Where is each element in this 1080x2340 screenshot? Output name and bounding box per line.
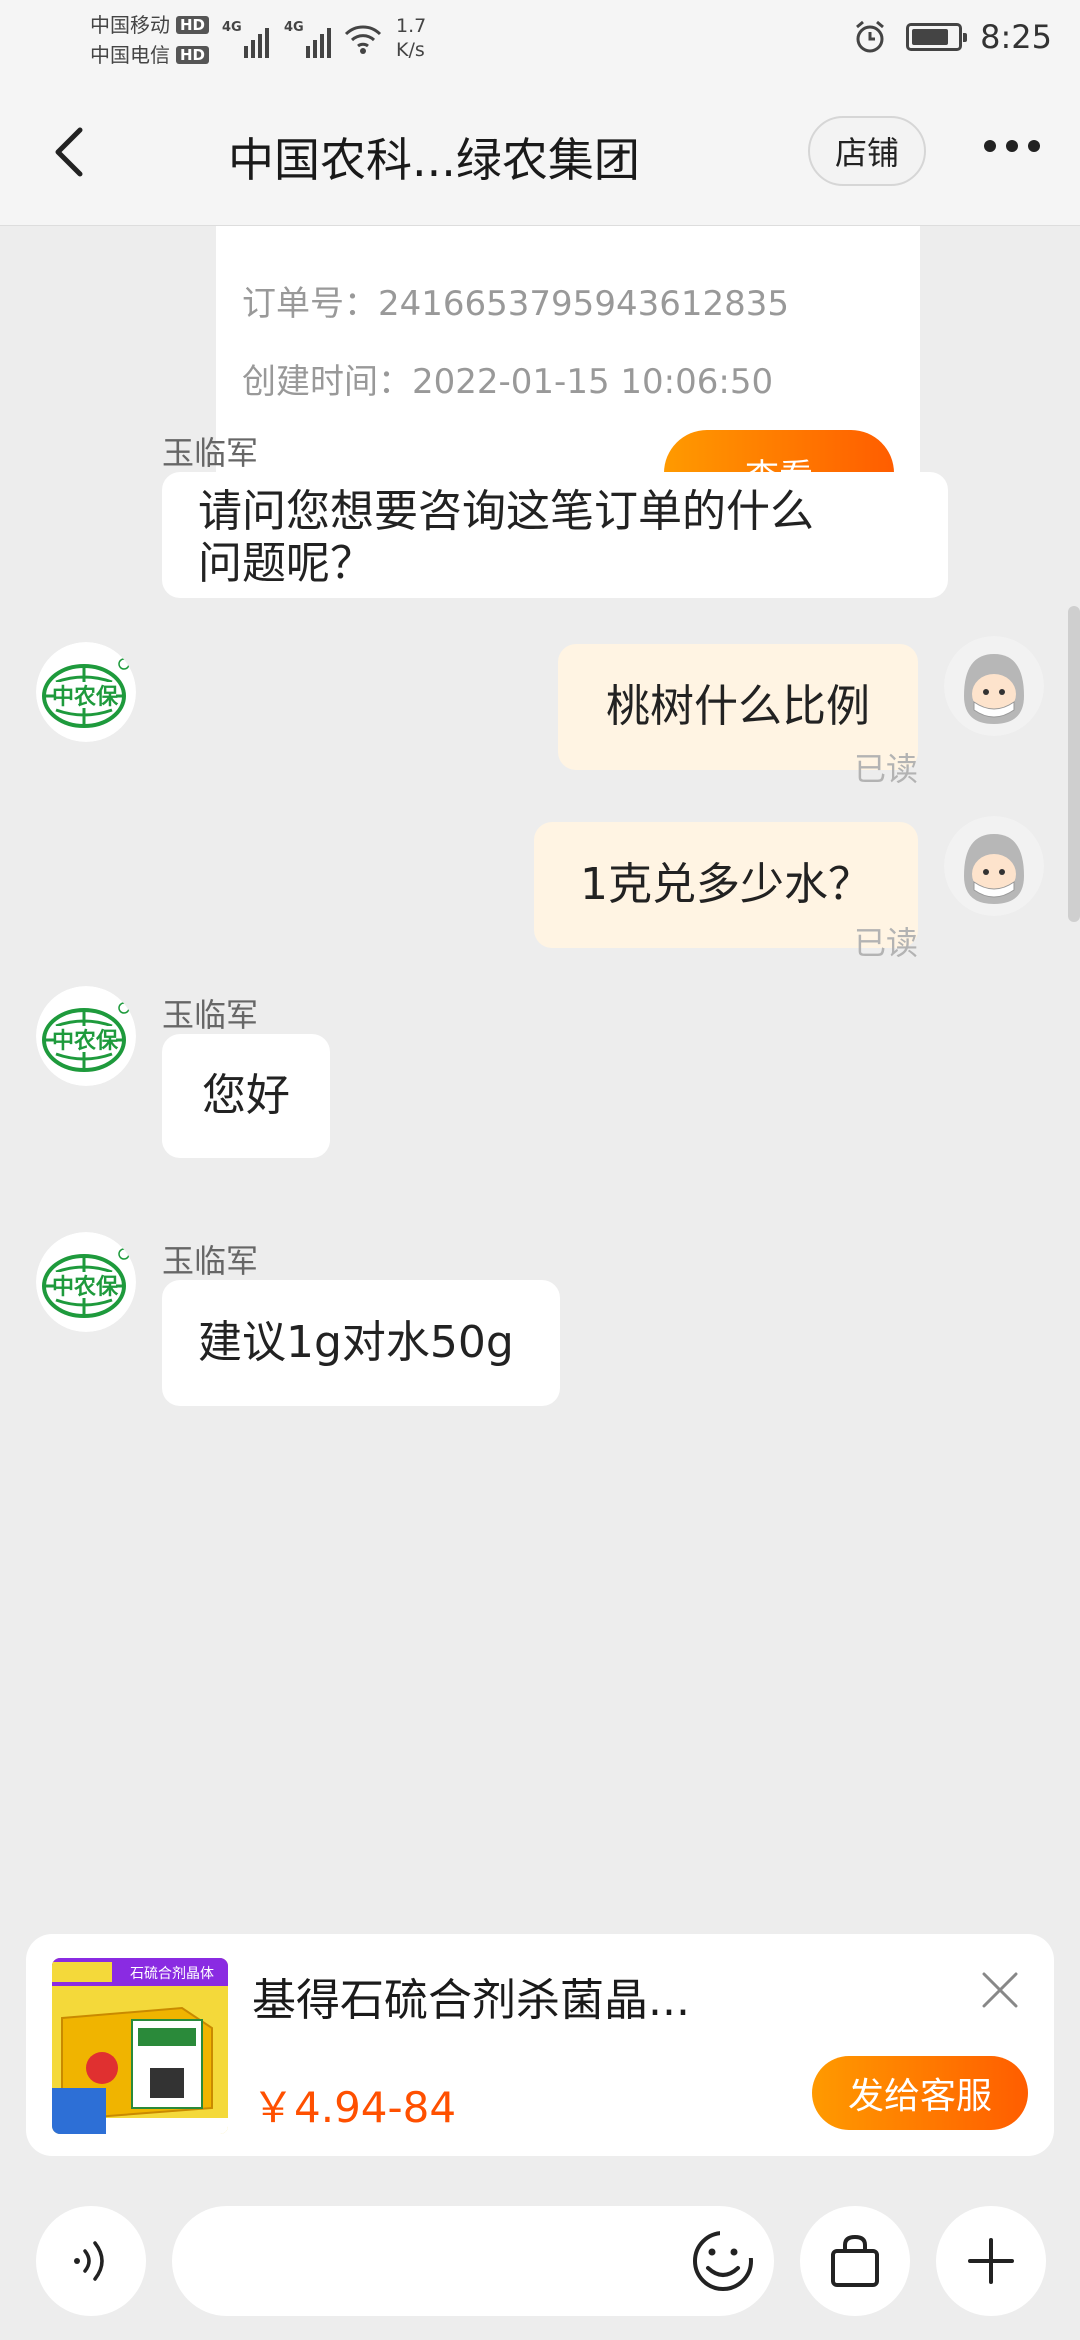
user-avatar[interactable] — [944, 636, 1044, 736]
net-speed: 1.7 K/s — [396, 14, 426, 62]
svg-text:中农保: 中农保 — [52, 1028, 119, 1054]
product-image[interactable]: 石硫合剂晶体 — [52, 1958, 228, 2134]
user-avatar[interactable] — [944, 816, 1044, 916]
send-to-service-button[interactable]: 发给客服 — [812, 2056, 1028, 2130]
voice-button[interactable] — [36, 2206, 146, 2316]
product-image-banner: 石硫合剂晶体 — [130, 1966, 214, 1982]
agent-avatar[interactable]: 中农保 — [36, 986, 136, 1086]
sender-name: 玉临军 — [162, 434, 259, 472]
svg-text:中农保: 中农保 — [52, 1274, 119, 1300]
shop-button[interactable]: 店铺 — [808, 116, 926, 186]
product-card[interactable]: 石硫合剂晶体 基得石硫合剂杀菌晶... ￥4.94-84 发给客服 — [26, 1934, 1054, 2156]
read-receipt: 已读 — [853, 750, 918, 788]
message-bubble[interactable]: 建议1g对水50g — [162, 1280, 560, 1406]
order-number: 2416653795943612835 — [378, 284, 790, 324]
network-type: 4G — [284, 20, 304, 35]
hd-badge: HD — [176, 16, 210, 34]
message-bubble[interactable]: 您好 — [162, 1034, 330, 1158]
message-text: 您好 — [202, 1070, 290, 1121]
scroll-indicator[interactable] — [1068, 606, 1080, 922]
battery-icon — [906, 23, 968, 51]
status-right: 8:25 — [852, 18, 1052, 56]
speed-unit: K/s — [396, 39, 425, 61]
back-icon[interactable] — [50, 126, 90, 178]
order-number-row: 订单号：2416653795943612835 — [242, 276, 789, 325]
hd-badge: HD — [176, 46, 210, 64]
carrier-2-label: 中国电信 — [90, 43, 170, 67]
created-time: 2022-01-15 10:06:50 — [412, 362, 774, 402]
bag-icon — [831, 2234, 879, 2287]
close-icon[interactable] — [978, 1968, 1022, 2012]
agent-avatar[interactable]: 中农保 — [36, 642, 136, 742]
message-text: 请问您想要咨询这笔订单的什么 — [198, 486, 814, 537]
clock: 8:25 — [980, 18, 1052, 56]
carrier-2: 中国电信 HD — [90, 40, 210, 70]
goods-button[interactable] — [800, 2206, 910, 2316]
plus-icon — [968, 2238, 1014, 2284]
more-icon[interactable] — [984, 140, 1040, 152]
alarm-icon — [856, 20, 885, 53]
chat-header: 中国农科...绿农集团 店铺 — [0, 80, 1080, 226]
carrier-info: 中国移动 HD 中国电信 HD — [90, 10, 210, 70]
order-number-label: 订单号： — [242, 284, 378, 324]
network-type: 4G — [222, 20, 242, 35]
chat-area[interactable]: 订单号：2416653795943612835 创建时间：2022-01-15 … — [0, 226, 1080, 1906]
page-title: 中国农科...绿农集团 — [228, 133, 640, 187]
product-price: ￥4.94-84 — [252, 2083, 457, 2132]
message-text: 建议1g对水50g — [198, 1317, 514, 1368]
message-bubble[interactable]: 请问您想要咨询这笔订单的什么 问题呢？ — [162, 472, 948, 598]
read-receipt: 已读 — [853, 924, 918, 962]
sender-name: 玉临军 — [162, 996, 259, 1034]
created-time-label: 创建时间： — [242, 362, 412, 402]
signal-icon — [244, 18, 269, 58]
message-text: 1克兑多少水？ — [580, 859, 872, 910]
product-name: 基得石硫合剂杀菌晶... — [252, 1975, 690, 2026]
message-input[interactable] — [172, 2206, 774, 2316]
message-text: 问题呢？ — [198, 538, 374, 589]
voice-icon — [74, 2241, 104, 2281]
sender-name: 玉临军 — [162, 1242, 259, 1280]
emoji-icon[interactable] — [690, 2228, 756, 2294]
signal-icon — [306, 18, 331, 58]
input-bar — [0, 2186, 1080, 2340]
agent-avatar[interactable]: 中农保 — [36, 1232, 136, 1332]
status-bar: 中国移动 HD 中国电信 HD 4G 4G 1.7 K/s 8:25 — [0, 0, 1080, 80]
wifi-icon — [344, 25, 382, 54]
speed-value: 1.7 — [396, 15, 427, 37]
svg-text:中农保: 中农保 — [52, 684, 119, 710]
more-functions-button[interactable] — [936, 2206, 1046, 2316]
carrier-1: 中国移动 HD — [90, 10, 210, 40]
message-text: 桃树什么比例 — [606, 681, 870, 732]
order-created-row: 创建时间：2022-01-15 10:06:50 — [242, 354, 773, 403]
carrier-1-label: 中国移动 — [90, 13, 170, 37]
